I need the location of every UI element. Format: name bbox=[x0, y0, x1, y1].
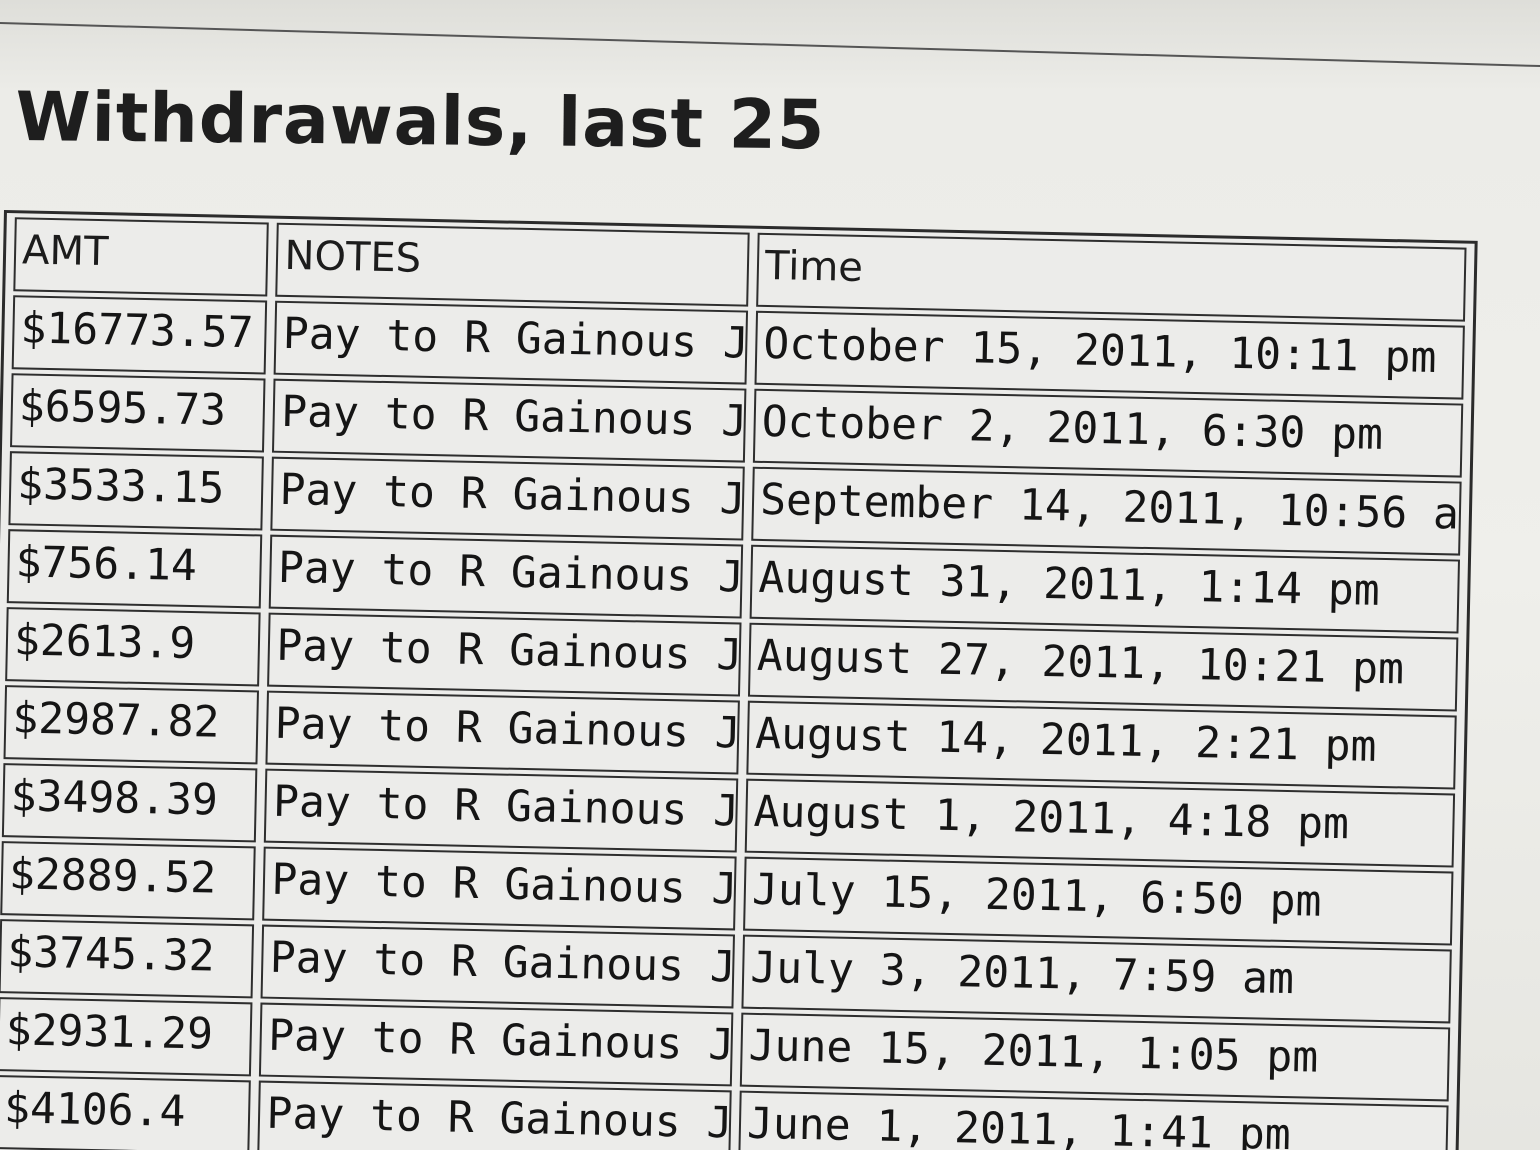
notes-cell: Pay to R Gainous Jr bbox=[262, 846, 737, 931]
amount-cell: $2931.29 bbox=[0, 997, 253, 1077]
amount-cell: $6595.73 bbox=[10, 373, 266, 453]
amount-cell: $16773.57 bbox=[11, 295, 268, 375]
amount-cell: $3745.32 bbox=[0, 919, 255, 999]
amount-cell: $2889.52 bbox=[0, 841, 257, 921]
column-header-amt: AMT bbox=[13, 217, 270, 297]
amount-cell: $3533.15 bbox=[8, 451, 265, 531]
notes-cell: Pay to R Gainous Jr bbox=[269, 534, 744, 619]
column-header-notes: NOTES bbox=[275, 222, 750, 307]
time-cell: October 2, 2011, 6:30 pm bbox=[752, 388, 1464, 478]
notes-cell: Pay to R Gainous Jr bbox=[259, 1002, 734, 1087]
notes-cell: Pay to R Gainous Jr bbox=[261, 924, 736, 1009]
notes-cell: Pay to R Gainous Jr bbox=[257, 1080, 732, 1150]
notes-cell: Pay to R Gainous Jr bbox=[265, 690, 740, 775]
withdrawals-table-container: AMT NOTES Time $16773.57 Pay to R Gainou… bbox=[0, 210, 1478, 1150]
notes-cell: Pay to R Gainous Jr bbox=[264, 768, 739, 853]
amount-cell: $4106.4 bbox=[0, 1075, 252, 1150]
time-cell: July 3, 2011, 7:59 am bbox=[741, 934, 1452, 1024]
notes-cell: Pay to R Gainous Jr bbox=[267, 612, 742, 697]
notes-cell: Pay to R Gainous Jr bbox=[272, 378, 747, 463]
time-cell: July 15, 2011, 6:50 pm bbox=[743, 856, 1454, 946]
notes-cell: Pay to R Gainous Jr bbox=[274, 300, 749, 385]
page-title: Withdrawals, last 25 bbox=[15, 78, 826, 166]
time-cell: August 1, 2011, 4:18 pm bbox=[744, 778, 1456, 868]
time-cell: June 1, 2011, 1:41 pm bbox=[738, 1090, 1449, 1150]
column-header-time: Time bbox=[756, 232, 1467, 322]
time-cell: October 15, 2011, 10:11 pm bbox=[754, 310, 1465, 400]
time-cell: June 15, 2011, 1:05 pm bbox=[739, 1012, 1451, 1102]
time-cell: August 31, 2011, 1:14 pm bbox=[749, 544, 1460, 634]
top-divider bbox=[0, 22, 1540, 68]
screen: Withdrawals, last 25 AMT NOTES Time $167… bbox=[0, 0, 1540, 1150]
time-cell: September 14, 2011, 10:56 am bbox=[751, 466, 1462, 556]
amount-cell: $2987.82 bbox=[3, 685, 260, 765]
time-cell: August 27, 2011, 10:21 pm bbox=[748, 622, 1459, 712]
amount-cell: $3498.39 bbox=[1, 763, 258, 843]
notes-cell: Pay to R Gainous Jr bbox=[270, 456, 745, 541]
time-cell: August 14, 2011, 2:21 pm bbox=[746, 700, 1457, 790]
withdrawals-table: AMT NOTES Time $16773.57 Pay to R Gainou… bbox=[0, 210, 1478, 1150]
amount-cell: $2613.9 bbox=[5, 607, 262, 687]
amount-cell: $756.14 bbox=[6, 529, 263, 609]
